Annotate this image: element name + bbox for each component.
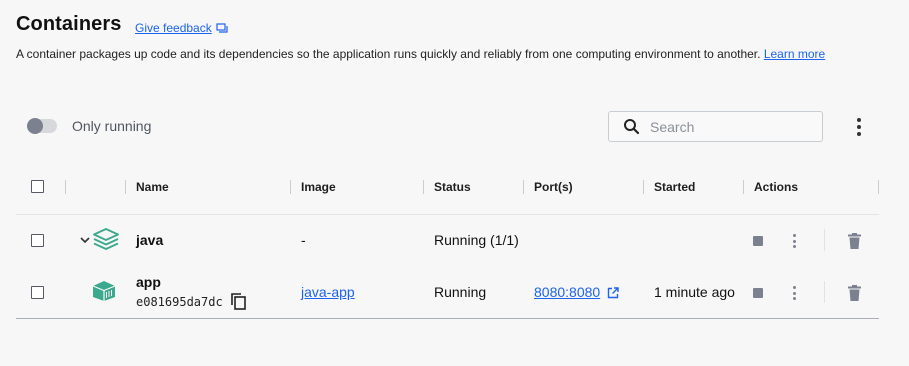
column-divider [643, 180, 644, 194]
more-options-button[interactable] [850, 116, 868, 138]
stop-icon[interactable] [753, 288, 763, 298]
table-bottom-divider [16, 318, 879, 319]
more-vert-icon-dot [792, 239, 796, 243]
page-title: Containers [16, 13, 122, 35]
description-text: A container packages up code and its dep… [16, 47, 761, 61]
image-link[interactable]: java-app [301, 284, 355, 300]
trash-icon[interactable] [848, 285, 861, 301]
search-icon [624, 119, 640, 135]
more-vert-icon-dot [792, 291, 796, 295]
column-header-ports[interactable]: Port(s) [534, 180, 573, 194]
trash-icon[interactable] [848, 233, 861, 249]
select-all-checkbox[interactable] [31, 180, 44, 193]
copy-icon[interactable] [231, 293, 246, 310]
row-checkbox[interactable] [31, 286, 44, 299]
more-vert-icon-dot [857, 118, 861, 122]
only-running-label: Only running [72, 118, 152, 134]
container-name[interactable]: app [136, 274, 161, 290]
column-divider [65, 180, 66, 194]
table-header-divider [16, 214, 879, 215]
stack-icon [93, 228, 119, 250]
learn-more-link[interactable]: Learn more [764, 47, 825, 61]
more-vert-icon-dot [792, 245, 796, 248]
more-vert-icon-dot [792, 297, 796, 300]
column-divider [125, 180, 126, 194]
search-box[interactable] [608, 111, 823, 142]
container-icon [92, 281, 116, 301]
column-divider [743, 180, 744, 194]
column-header-status[interactable]: Status [434, 180, 471, 194]
column-header-image[interactable]: Image [301, 180, 336, 194]
row-started: 1 minute ago [654, 284, 735, 300]
column-divider [878, 180, 879, 194]
search-input[interactable] [650, 118, 800, 135]
row-checkbox[interactable] [31, 234, 44, 247]
row-more-button[interactable] [791, 286, 797, 300]
stop-icon[interactable] [753, 236, 763, 246]
more-vert-icon-dot [792, 234, 796, 237]
more-vert-icon-dot [857, 132, 861, 136]
toggle-knob [27, 118, 43, 134]
column-header-name[interactable]: Name [136, 180, 169, 194]
container-group-name[interactable]: java [136, 232, 163, 248]
feedback-icon [216, 23, 228, 33]
row-image: - [301, 232, 306, 248]
column-divider [423, 180, 424, 194]
port-link[interactable]: 8080:8080 [534, 284, 600, 300]
row-status: Running (1/1) [434, 232, 519, 248]
give-feedback-label: Give feedback [135, 21, 212, 35]
page-description: A container packages up code and its dep… [16, 47, 825, 61]
give-feedback-link[interactable]: Give feedback [135, 21, 228, 35]
action-divider [824, 229, 825, 251]
only-running-toggle[interactable] [27, 118, 57, 134]
action-divider [824, 281, 825, 303]
more-vert-icon-dot [792, 286, 796, 289]
column-divider [523, 180, 524, 194]
container-id: e081695da7dc [136, 295, 223, 309]
column-header-started[interactable]: Started [654, 180, 695, 194]
column-header-actions: Actions [754, 180, 799, 194]
row-more-button[interactable] [791, 234, 797, 248]
row-status: Running [434, 284, 487, 300]
chevron-down-icon[interactable] [80, 236, 90, 244]
external-link-icon[interactable] [607, 287, 619, 299]
more-vert-icon-dot [857, 125, 861, 129]
column-divider [290, 180, 291, 194]
